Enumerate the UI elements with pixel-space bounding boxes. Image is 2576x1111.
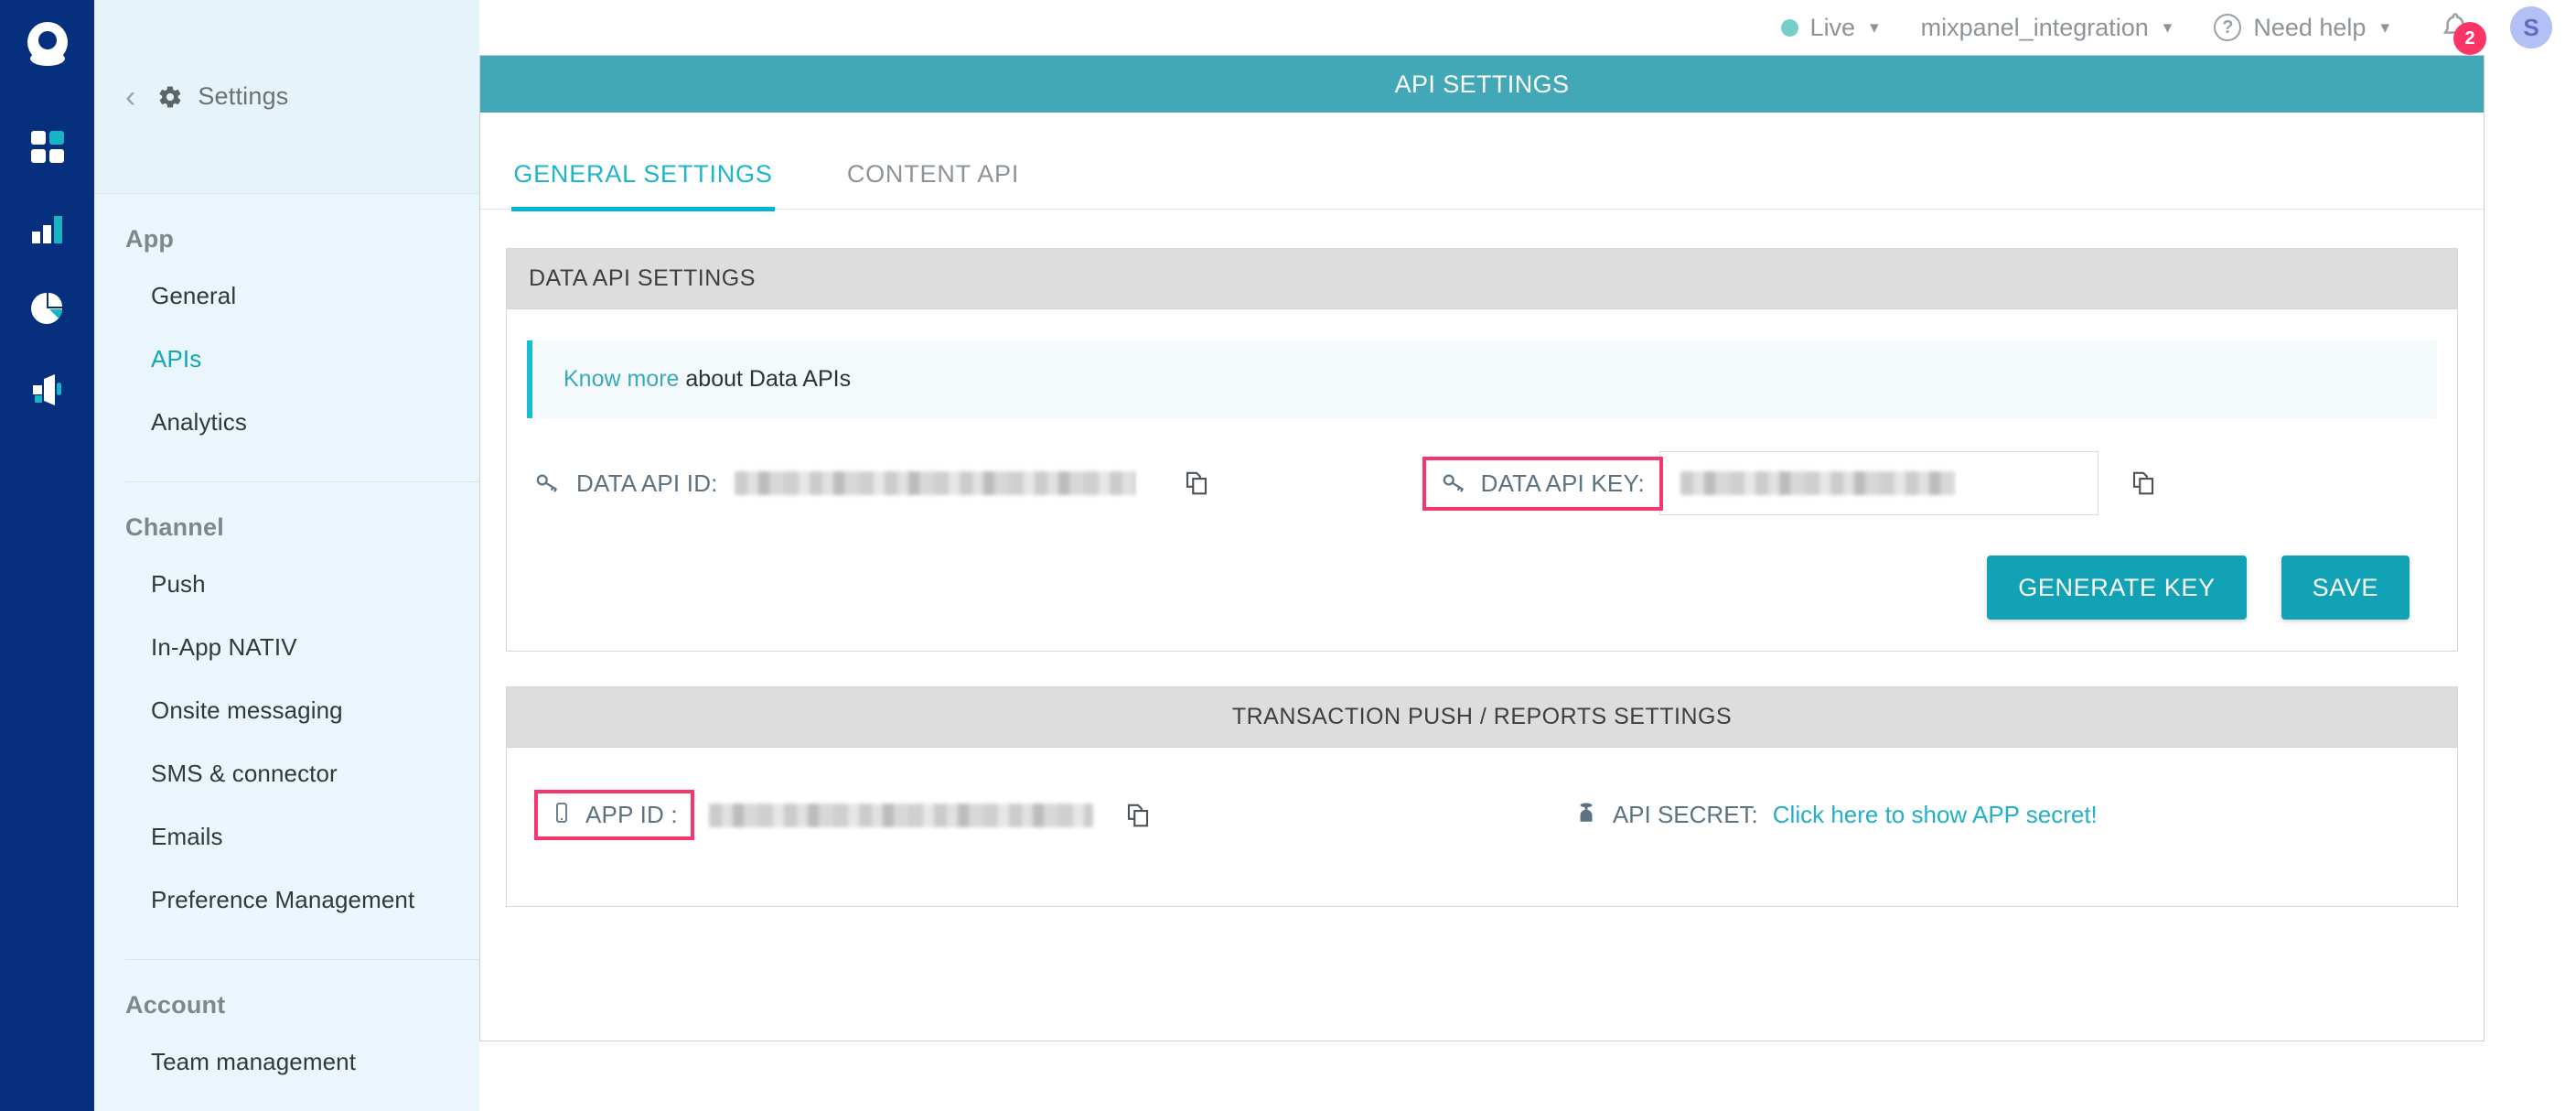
tab-content-api[interactable]: CONTENT API — [819, 160, 1047, 209]
status-dot-icon — [1781, 19, 1798, 37]
copy-icon[interactable] — [2130, 469, 2157, 497]
nav-group-title: Account — [94, 991, 479, 1030]
need-help-label: Need help — [2253, 14, 2366, 42]
sidebar-item-general[interactable]: General — [94, 264, 479, 328]
transaction-panel-body: APP ID : — [507, 748, 2457, 906]
mobile-phone-icon — [551, 801, 573, 829]
top-bar: Live ▾ mixpanel_integration ▾ ? Need hel… — [479, 0, 2576, 55]
data-api-id-value — [735, 471, 1135, 495]
spy-secret-icon — [1574, 800, 1598, 830]
data-api-key-input[interactable] — [1659, 451, 2098, 515]
nav-group-app: App General APIs Analytics — [94, 194, 479, 482]
megaphone-icon[interactable] — [27, 368, 69, 410]
chevron-down-icon: ▾ — [2380, 17, 2389, 38]
chevron-down-icon: ▾ — [2163, 17, 2173, 38]
app-root: ‹ Settings App General APIs Analytics Ch… — [0, 0, 2576, 1111]
data-api-key-highlight: DATA API KEY: — [1422, 457, 1663, 511]
copy-icon[interactable] — [1183, 469, 1210, 497]
nav-group-account: Account Team management Billing — [94, 960, 479, 1111]
avatar[interactable]: S — [2510, 6, 2552, 49]
data-api-key-value — [1680, 471, 1955, 495]
sidebar-item-team-management[interactable]: Team management — [94, 1030, 479, 1094]
card-header: API SETTINGS — [480, 56, 2484, 113]
sidebar-item-push[interactable]: Push — [94, 553, 479, 616]
sidebar-item-preference-management[interactable]: Preference Management — [94, 868, 479, 932]
data-api-key-label: DATA API KEY: — [1481, 469, 1645, 498]
sidebar-item-apis[interactable]: APIs — [94, 328, 479, 391]
need-help-dropdown[interactable]: ? Need help ▾ — [2214, 14, 2389, 42]
show-app-secret-link[interactable]: Click here to show APP secret! — [1773, 801, 2098, 829]
notifications-button[interactable]: 2 — [2439, 9, 2474, 46]
app-id-field: APP ID : — [534, 790, 1152, 840]
project-selector-dropdown[interactable]: mixpanel_integration ▾ — [1921, 14, 2173, 42]
copy-icon[interactable] — [1124, 802, 1152, 829]
key-icon — [534, 470, 560, 496]
app-id-value — [709, 804, 1093, 827]
data-api-settings-panel: DATA API SETTINGS Know more about Data A… — [506, 248, 2458, 652]
card-body: DATA API SETTINGS Know more about Data A… — [480, 210, 2484, 907]
sidebar-item-analytics[interactable]: Analytics — [94, 391, 479, 454]
user-avatar-logo[interactable] — [19, 16, 76, 73]
sidebar-header: ‹ Settings — [94, 0, 479, 194]
api-secret-field: API SECRET: Click here to show APP secre… — [1574, 800, 2098, 830]
sidebar-item-billing[interactable]: Billing — [94, 1094, 479, 1111]
nav-group-channel: Channel Push In-App NATIV Onsite messagi… — [94, 482, 479, 960]
chevron-left-icon[interactable]: ‹ — [125, 81, 135, 113]
dashboard-grid-icon[interactable] — [27, 126, 69, 168]
data-api-panel-body: Know more about Data APIs — [507, 309, 2457, 651]
transaction-credentials-row: APP ID : — [527, 766, 2437, 864]
sidebar-item-emails[interactable]: Emails — [94, 805, 479, 868]
page-title: Settings — [198, 82, 288, 111]
tab-bar: GENERAL SETTINGS CONTENT API — [480, 113, 2484, 210]
data-api-panel-title: DATA API SETTINGS — [507, 249, 2457, 309]
data-api-actions: GENERATE KEY SAVE — [527, 556, 2437, 620]
app-id-label: APP ID : — [585, 801, 678, 829]
data-api-id-field: DATA API ID: — [534, 469, 1210, 498]
api-credentials-row: DATA API ID: — [527, 451, 2437, 515]
main-area: Live ▾ mixpanel_integration ▾ ? Need hel… — [479, 0, 2576, 1111]
save-button[interactable]: SAVE — [2281, 556, 2410, 620]
notification-count-badge: 2 — [2453, 22, 2486, 55]
know-more-notice: Know more about Data APIs — [527, 340, 2437, 418]
api-settings-card: API SETTINGS GENERAL SETTINGS CONTENT AP… — [479, 55, 2485, 1041]
sidebar-nav: App General APIs Analytics Channel Push … — [94, 194, 479, 1111]
transaction-push-panel: TRANSACTION PUSH / REPORTS SETTINGS — [506, 686, 2458, 907]
live-status-label: Live — [1810, 14, 1856, 42]
pie-chart-icon[interactable] — [27, 287, 69, 329]
gear-icon — [157, 84, 183, 110]
question-circle-icon: ? — [2214, 14, 2241, 41]
know-more-link[interactable]: Know more — [564, 366, 679, 392]
api-secret-label: API SECRET: — [1613, 801, 1758, 829]
nav-group-title: App — [94, 225, 479, 264]
notice-text: about Data APIs — [679, 366, 851, 392]
transaction-panel-title: TRANSACTION PUSH / REPORTS SETTINGS — [507, 687, 2457, 748]
key-icon — [1441, 470, 1466, 496]
generate-key-button[interactable]: GENERATE KEY — [1987, 556, 2246, 620]
app-id-highlight: APP ID : — [534, 790, 694, 840]
chevron-down-icon: ▾ — [1870, 17, 1879, 38]
bar-chart-icon[interactable] — [27, 207, 69, 249]
sidebar-item-in-app-nativ[interactable]: In-App NATIV — [94, 616, 479, 679]
content-wrapper: API SETTINGS GENERAL SETTINGS CONTENT AP… — [479, 55, 2576, 1111]
tab-general-settings[interactable]: GENERAL SETTINGS — [511, 160, 775, 209]
data-api-id-label: DATA API ID: — [576, 469, 718, 498]
primary-nav-rail — [0, 0, 94, 1111]
data-api-key-field: DATA API KEY: — [1422, 451, 2157, 515]
live-status-dropdown[interactable]: Live ▾ — [1781, 14, 1879, 42]
settings-sidebar: ‹ Settings App General APIs Analytics Ch… — [94, 0, 479, 1111]
nav-group-title: Channel — [94, 513, 479, 553]
sidebar-item-onsite-messaging[interactable]: Onsite messaging — [94, 679, 479, 742]
sidebar-item-sms-connector[interactable]: SMS & connector — [94, 742, 479, 805]
project-name-label: mixpanel_integration — [1921, 14, 2149, 42]
